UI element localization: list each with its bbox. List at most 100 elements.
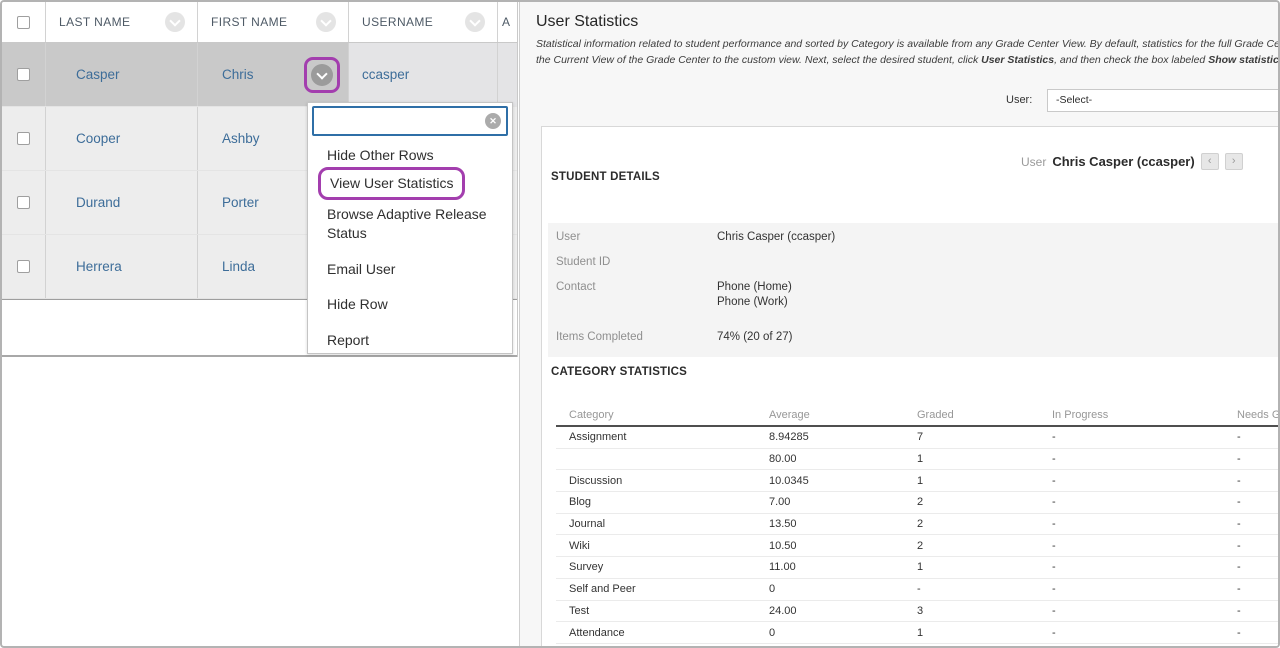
menu-search-box: ✕ — [312, 106, 508, 136]
category-table-header-cell: In Progress — [1052, 409, 1237, 421]
average-cell: 0 — [769, 583, 917, 595]
category-table-header-cell: Needs Grading — [1237, 409, 1280, 421]
clear-search-icon[interactable]: ✕ — [485, 113, 501, 129]
in-progress-cell: - — [1052, 496, 1237, 508]
graded-cell: 2 — [917, 518, 1052, 530]
last-name-header-label: LAST NAME — [46, 15, 130, 29]
graded-cell: 1 — [917, 475, 1052, 487]
category-table-row: Journal13.502-- — [556, 514, 1280, 536]
statistics-panel: User Chris Casper (ccasper) ‹ › STUDENT … — [541, 126, 1280, 648]
category-cell: Attendance — [556, 627, 769, 639]
description-line2-bold1: User Statistics — [981, 54, 1054, 66]
chevron-down-icon[interactable] — [316, 12, 336, 32]
category-cell: Self and Peer — [556, 583, 769, 595]
row-checkbox-cell — [2, 107, 46, 170]
category-table-row: 80.001-- — [556, 449, 1280, 471]
username-text: ccasper — [349, 67, 409, 82]
last-name-cell: Herrera — [46, 235, 198, 298]
graded-cell: - — [917, 583, 1052, 595]
category-table-row: Survey11.001-- — [556, 557, 1280, 579]
category-statistics-table: CategoryAverageGradedIn ProgressNeeds Gr… — [556, 404, 1280, 644]
average-cell: 10.0345 — [769, 475, 917, 487]
first-name-text: Porter — [198, 195, 259, 210]
needs-grading-cell: - — [1237, 561, 1280, 573]
average-cell: 24.00 — [769, 605, 917, 617]
row-checkbox-cell — [2, 43, 46, 106]
needs-grading-cell: - — [1237, 518, 1280, 530]
graded-cell: 1 — [917, 561, 1052, 573]
needs-grading-cell: - — [1237, 605, 1280, 617]
user-navigator: User Chris Casper (ccasper) ‹ › — [1021, 153, 1243, 170]
row-checkbox[interactable] — [17, 132, 30, 145]
last-name-text: Casper — [46, 67, 120, 82]
category-cell: Discussion — [556, 475, 769, 487]
category-table-header-cell: Average — [769, 409, 917, 421]
needs-grading-cell: - — [1237, 540, 1280, 552]
highlight-ring — [304, 57, 340, 93]
average-cell: 0 — [769, 627, 917, 639]
user-select-label: User: — [1006, 94, 1032, 106]
previous-user-button[interactable]: ‹ — [1201, 153, 1219, 170]
detail-value: Phone (Home)Phone (Work) — [717, 280, 792, 309]
detail-row: Items Completed74% (20 of 27) — [556, 330, 792, 345]
select-all-checkbox[interactable] — [17, 16, 30, 29]
category-statistics-heading: CATEGORY STATISTICS — [551, 366, 687, 378]
partial-column-header-label: A — [502, 15, 510, 29]
student-details-heading: STUDENT DETAILS — [551, 171, 660, 183]
username-header-cell: USERNAME — [349, 2, 498, 42]
category-cell: Journal — [556, 518, 769, 530]
graded-cell: 2 — [917, 496, 1052, 508]
category-table-row: Blog7.002-- — [556, 492, 1280, 514]
menu-search-input[interactable] — [320, 113, 485, 130]
menu-item-hide-row[interactable]: Hide Row — [327, 295, 505, 314]
needs-grading-cell: - — [1237, 475, 1280, 487]
user-statistics-pane: User Statistics Statistical information … — [519, 2, 1280, 648]
in-progress-cell: - — [1052, 583, 1237, 595]
detail-label: Student ID — [556, 255, 717, 270]
row-options-chevron-button[interactable] — [311, 64, 333, 86]
next-user-button[interactable]: › — [1225, 153, 1243, 170]
in-progress-cell: - — [1052, 605, 1237, 617]
needs-grading-cell: - — [1237, 453, 1280, 465]
menu-item-report[interactable]: Report — [327, 331, 505, 350]
category-cell: Blog — [556, 496, 769, 508]
category-table-header-row: CategoryAverageGradedIn ProgressNeeds Gr… — [556, 404, 1280, 427]
first-name-header-cell: FIRST NAME — [198, 2, 349, 42]
graded-cell: 1 — [917, 627, 1052, 639]
in-progress-cell: - — [1052, 540, 1237, 552]
chevron-down-icon[interactable] — [165, 12, 185, 32]
average-cell: 11.00 — [769, 561, 917, 573]
graded-cell: 2 — [917, 540, 1052, 552]
first-name-text: Chris — [198, 67, 254, 82]
detail-label: Items Completed — [556, 330, 717, 345]
table-row[interactable]: Casper Chris ccasper — [2, 43, 517, 107]
row-checkbox[interactable] — [17, 68, 30, 81]
in-progress-cell: - — [1052, 518, 1237, 530]
row-checkbox[interactable] — [17, 260, 30, 273]
menu-item-view-user-statistics[interactable]: View User Statistics — [318, 167, 465, 200]
menu-item-hide-other-rows[interactable]: Hide Other Rows — [327, 146, 505, 165]
partial-column-header-cell: A — [498, 2, 517, 42]
category-cell: Survey — [556, 561, 769, 573]
last-name-text: Herrera — [46, 259, 122, 274]
needs-grading-cell: - — [1237, 431, 1280, 443]
select-all-cell — [2, 2, 46, 42]
page-title: User Statistics — [536, 13, 638, 31]
first-name-cell: Chris — [198, 43, 349, 106]
menu-item-browse-adaptive-release-status[interactable]: Browse Adaptive Release Status — [327, 205, 505, 243]
first-name-text: Linda — [198, 259, 255, 274]
row-checkbox[interactable] — [17, 196, 30, 209]
menu-item-email-user[interactable]: Email User — [327, 260, 505, 279]
row-checkbox-cell — [2, 235, 46, 298]
in-progress-cell: - — [1052, 627, 1237, 639]
last-name-cell: Durand — [46, 171, 198, 234]
chevron-down-icon[interactable] — [465, 12, 485, 32]
username-header-label: USERNAME — [349, 15, 433, 29]
detail-value-line: Phone (Home) — [717, 280, 792, 295]
student-details-box: UserChris Casper (ccasper)Student IDCont… — [548, 223, 1280, 357]
average-cell: 80.00 — [769, 453, 917, 465]
description-line2-pre: the Current View of the Grade Center to … — [536, 54, 981, 66]
user-select-dropdown[interactable]: -Select- — [1047, 89, 1280, 112]
row-checkbox-cell — [2, 171, 46, 234]
in-progress-cell: - — [1052, 475, 1237, 487]
